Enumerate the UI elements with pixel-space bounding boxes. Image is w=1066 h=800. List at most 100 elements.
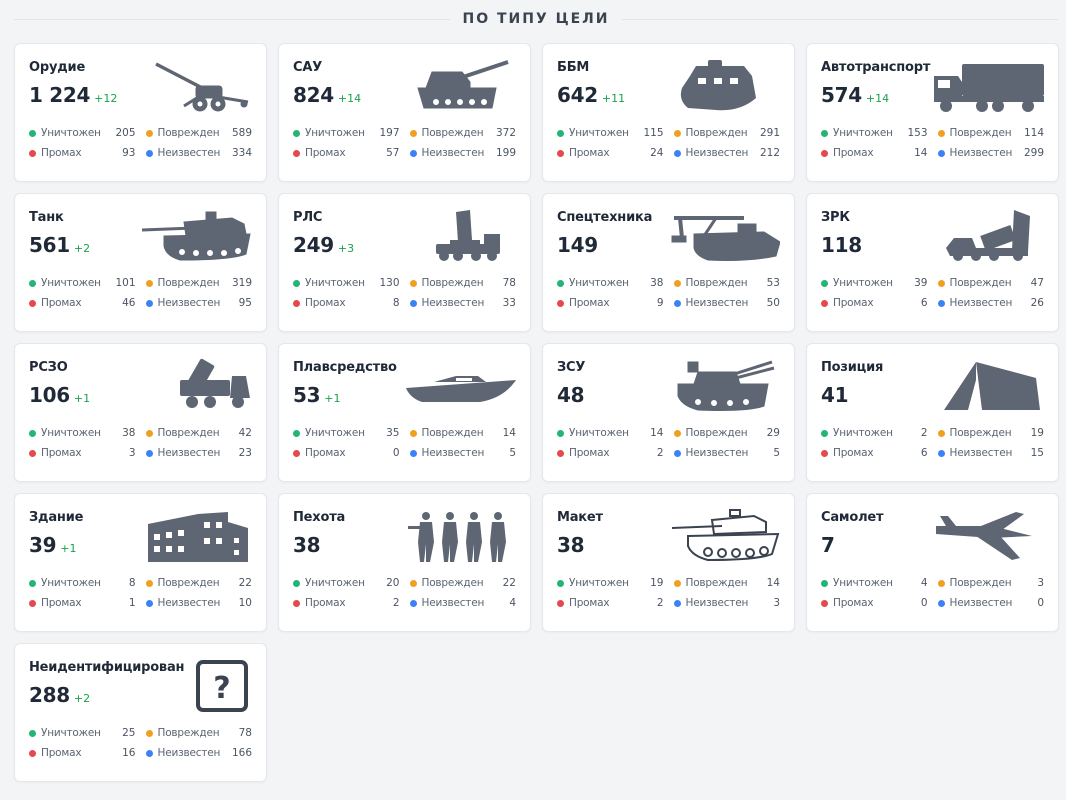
decoy-tank-icon: [668, 508, 780, 564]
target-stats: Уничтожен 101 Поврежден 319 Промах 46 Не…: [29, 277, 252, 309]
target-delta: +14: [865, 92, 890, 105]
stat-label: Промах: [569, 297, 610, 309]
section-header: ПО ТИПУ ЦЕЛИ: [14, 6, 1059, 32]
stat-miss: Промах 6: [821, 447, 928, 459]
unknown-dot: [145, 149, 153, 157]
stat-miss: Промах 57: [293, 147, 400, 159]
stat-value: 319: [231, 277, 252, 289]
stat-value: 42: [238, 427, 252, 439]
stat-value: 78: [238, 727, 252, 739]
target-card[interactable]: Позиция 41 Уничтожен 2 Поврежден 19 Пром…: [806, 343, 1059, 482]
unknown-dot: [673, 299, 681, 307]
stat-label: Уничтожен: [569, 577, 629, 589]
target-count-row: 288 +2: [29, 683, 90, 707]
unknown-dot: [409, 449, 417, 457]
target-count: 1 224: [29, 83, 91, 107]
damaged-dot: [937, 279, 945, 287]
target-card[interactable]: РЛС 249 +3 Уничтожен 130 Поврежден 78 Пр…: [278, 193, 531, 332]
target-stats: Уничтожен 19 Поврежден 14 Промах 2 Неизв…: [557, 577, 780, 609]
target-card[interactable]: Танк 561 +2 Уничтожен 101 Поврежден 319 …: [14, 193, 267, 332]
stat-destroyed: Уничтожен 2: [821, 427, 928, 439]
target-name: Автотранспорт: [821, 60, 931, 75]
target-card[interactable]: САУ 824 +14 Уничтожен 197 Поврежден 372 …: [278, 43, 531, 182]
stat-label: Промах: [833, 447, 874, 459]
stat-value: 15: [1030, 447, 1044, 459]
stat-miss: Промах 0: [293, 447, 400, 459]
miss-dot: [557, 599, 564, 607]
target-count: 118: [821, 233, 862, 257]
damaged-dot: [673, 579, 681, 587]
stat-destroyed: Уничтожен 14: [557, 427, 664, 439]
stat-destroyed: Уничтожен 101: [29, 277, 136, 289]
stat-label: Неизвестен: [685, 447, 749, 459]
target-count: 53: [293, 383, 321, 407]
target-card[interactable]: Автотранспорт 574 +14 Уничтожен 153 Повр…: [806, 43, 1059, 182]
target-card[interactable]: Макет 38 Уничтожен 19 Поврежден 14 Прома…: [542, 493, 795, 632]
stat-value: 589: [231, 127, 252, 139]
target-count-row: 38: [557, 533, 588, 557]
target-count: 561: [29, 233, 70, 257]
target-name: РЛС: [293, 210, 323, 225]
target-card[interactable]: ББМ 642 +11 Уничтожен 115 Поврежден 291 …: [542, 43, 795, 182]
stat-unknown: Неизвестен 95: [145, 297, 252, 309]
stat-unknown: Неизвестен 299: [937, 147, 1044, 159]
stat-label: Поврежден: [157, 427, 220, 439]
stat-label: Неизвестен: [157, 747, 221, 759]
target-card[interactable]: Неидентифицирован 288 +2 ? Уничтожен 25 …: [14, 643, 267, 782]
unknown-dot: [409, 599, 417, 607]
stat-value: 3: [128, 447, 136, 459]
stat-miss: Промах 93: [29, 147, 136, 159]
miss-dot: [29, 449, 36, 457]
unknown-dot: [145, 599, 153, 607]
stat-label: Неизвестен: [421, 297, 485, 309]
target-count: 106: [29, 383, 70, 407]
stat-label: Поврежден: [421, 577, 484, 589]
unknown-dot: [145, 749, 153, 757]
target-card[interactable]: ЗРК 118 Уничтожен 39 Поврежден 47 Промах…: [806, 193, 1059, 332]
destroyed-dot: [29, 279, 36, 287]
stat-damaged: Поврежден 14: [673, 577, 780, 589]
stat-destroyed: Уничтожен 35: [293, 427, 400, 439]
destroyed-dot: [557, 279, 564, 287]
target-card[interactable]: Орудие 1 224 +12 Уничтожен 205 Поврежден…: [14, 43, 267, 182]
unknown-dot: [937, 449, 945, 457]
stat-value: 50: [766, 297, 780, 309]
miss-dot: [821, 599, 828, 607]
stat-damaged: Поврежден 22: [409, 577, 516, 589]
target-card[interactable]: Плавсредство 53 +1 Уничтожен 35 Поврежде…: [278, 343, 531, 482]
tent-icon: [932, 358, 1044, 414]
stat-damaged: Поврежден 372: [409, 127, 516, 139]
stat-value: 199: [495, 147, 516, 159]
target-card[interactable]: РСЗО 106 +1 Уничтожен 38 Поврежден 42 Пр…: [14, 343, 267, 482]
target-card[interactable]: Самолет 7 Уничтожен 4 Поврежден 3 Промах…: [806, 493, 1059, 632]
stat-label: Поврежден: [685, 427, 748, 439]
tank-icon: [140, 208, 252, 264]
target-count-row: 1 224 +12: [29, 83, 117, 107]
stat-value: 26: [1030, 297, 1044, 309]
destroyed-dot: [29, 429, 36, 437]
stat-value: 22: [502, 577, 516, 589]
sam-launcher-icon: [932, 208, 1044, 264]
stat-label: Уничтожен: [569, 127, 629, 139]
target-card[interactable]: Спецтехника 149 Уничтожен 38 Поврежден 5…: [542, 193, 795, 332]
stat-unknown: Неизвестен 199: [409, 147, 516, 159]
target-card[interactable]: ЗСУ 48 Уничтожен 14 Поврежден 29 Промах …: [542, 343, 795, 482]
stat-miss: Промах 2: [557, 597, 664, 609]
miss-dot: [557, 299, 564, 307]
stat-label: Поврежден: [949, 277, 1012, 289]
stat-value: 299: [1023, 147, 1044, 159]
stat-damaged: Поврежден 53: [673, 277, 780, 289]
target-stats: Уничтожен 38 Поврежден 42 Промах 3 Неизв…: [29, 427, 252, 459]
stat-unknown: Неизвестен 10: [145, 597, 252, 609]
unknown-dot: [673, 449, 681, 457]
howitzer-icon: [140, 58, 252, 114]
stat-value: 93: [122, 147, 136, 159]
unknown-dot: [937, 149, 945, 157]
target-card[interactable]: Пехота 38 Уничтожен 20 Поврежден 22 Пром…: [278, 493, 531, 632]
target-stats: Уничтожен 20 Поврежден 22 Промах 2 Неизв…: [293, 577, 516, 609]
target-delta: +1: [324, 392, 341, 405]
stat-damaged: Поврежден 42: [145, 427, 252, 439]
target-card[interactable]: Здание 39 +1 Уничтожен 8 Поврежден 22 Пр…: [14, 493, 267, 632]
stat-destroyed: Уничтожен 130: [293, 277, 400, 289]
target-name: Позиция: [821, 360, 884, 375]
